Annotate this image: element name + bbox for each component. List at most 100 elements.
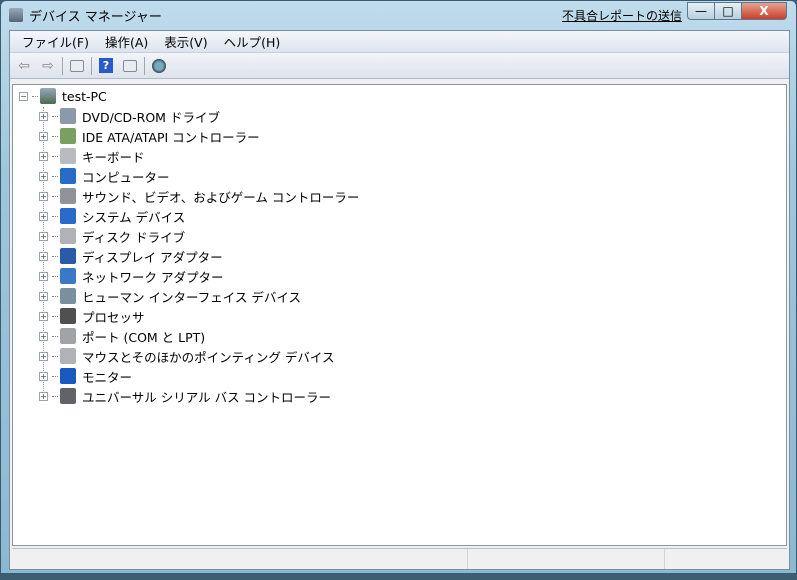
system-device-icon	[60, 208, 76, 224]
expand-toggle[interactable]: +	[39, 351, 48, 361]
tree-connector	[52, 315, 58, 317]
show-hide-console-tree-button[interactable]	[67, 56, 87, 76]
expand-toggle[interactable]: +	[39, 311, 48, 321]
expand-toggle[interactable]: +	[39, 131, 48, 141]
speaker-icon	[60, 188, 76, 204]
minimize-button[interactable]: —	[687, 2, 715, 20]
tree-item[interactable]: + DVD/CD-ROM ドライブ	[39, 107, 220, 125]
status-pane-1	[12, 549, 468, 569]
expand-toggle[interactable]: +	[39, 251, 48, 261]
back-button[interactable]: ⇦	[14, 56, 34, 76]
computer-icon	[60, 168, 76, 184]
tree-item-label: IDE ATA/ATAPI コントローラー	[82, 129, 260, 145]
tree-item-label: ディスプレイ アダプター	[82, 249, 223, 265]
tree-item[interactable]: + モニター	[39, 367, 132, 385]
status-pane-2	[468, 549, 665, 569]
menu-help[interactable]: ヘルプ(H)	[216, 32, 289, 51]
tree-connector	[52, 195, 58, 197]
tree-item[interactable]: + システム デバイス	[39, 207, 185, 225]
tree-item[interactable]: + ヒューマン インターフェイス デバイス	[39, 287, 301, 305]
tree-item-label: モニター	[82, 369, 133, 385]
status-bar	[12, 548, 787, 569]
menu-bar: ファイル(F) 操作(A) 表示(V) ヘルプ(H)	[10, 31, 789, 53]
scan-hardware-icon	[152, 58, 166, 73]
tree-connector	[32, 95, 38, 97]
tree-connector	[52, 355, 58, 357]
tree-item-label: マウスとそのほかのポインティング デバイス	[82, 349, 335, 365]
action-pane-icon	[123, 59, 137, 72]
ide-controller-icon	[60, 128, 76, 144]
tree-connector	[52, 135, 58, 137]
tree-connector	[52, 375, 58, 377]
tree-item[interactable]: + サウンド、ビデオ、およびゲーム コントローラー	[39, 187, 359, 205]
toolbar-separator	[62, 56, 63, 75]
expand-toggle[interactable]: +	[39, 151, 48, 161]
expand-toggle[interactable]: +	[39, 111, 48, 121]
expand-toggle[interactable]: +	[39, 191, 48, 201]
tree-item-label: コンピューター	[82, 169, 170, 185]
tree-connector	[52, 175, 58, 177]
menu-view[interactable]: 表示(V)	[156, 32, 215, 51]
tree-item-label: サウンド、ビデオ、およびゲーム コントローラー	[82, 189, 360, 205]
tree-item-label: ディスク ドライブ	[82, 229, 186, 245]
device-manager-window: デバイス マネージャー 不具合レポートの送信 — □ X ファイル(F) 操作(…	[0, 0, 797, 574]
toolbar: ⇦ ⇨ ?	[10, 53, 789, 79]
client-area: ファイル(F) 操作(A) 表示(V) ヘルプ(H) ⇦ ⇨ ? − test-…	[9, 30, 790, 570]
monitor-icon	[60, 368, 76, 384]
help-button[interactable]: ?	[96, 56, 116, 76]
disk-drive-icon	[60, 228, 76, 244]
tree-connector	[52, 115, 58, 117]
tree-item[interactable]: + ユニバーサル シリアル バス コントローラー	[39, 387, 331, 405]
usb-icon	[60, 388, 76, 404]
tree-connector	[52, 215, 58, 217]
tree-item[interactable]: + ディスプレイ アダプター	[39, 247, 223, 265]
tree-item[interactable]: + マウスとそのほかのポインティング デバイス	[39, 347, 334, 365]
tree-item[interactable]: + ネットワーク アダプター	[39, 267, 223, 285]
close-button[interactable]: X	[741, 2, 787, 20]
toolbar-separator	[144, 56, 145, 75]
port-icon	[60, 328, 76, 344]
show-action-pane-button[interactable]	[120, 56, 140, 76]
tree-item[interactable]: + ディスク ドライブ	[39, 227, 185, 245]
expand-toggle[interactable]: +	[39, 371, 48, 381]
forward-button[interactable]: ⇨	[38, 56, 58, 76]
dvd-drive-icon	[60, 108, 76, 124]
tree-item[interactable]: + IDE ATA/ATAPI コントローラー	[39, 127, 260, 145]
report-problem-link[interactable]: 不具合レポートの送信	[562, 7, 682, 24]
tree-connector	[52, 335, 58, 337]
tree-item[interactable]: + ポート (COM と LPT)	[39, 327, 205, 345]
tree-connector	[52, 155, 58, 157]
tree-item[interactable]: + コンピューター	[39, 167, 170, 185]
display-adapter-icon	[60, 248, 76, 264]
processor-icon	[60, 308, 76, 324]
tree-item[interactable]: + キーボード	[39, 147, 145, 165]
keyboard-icon	[60, 148, 76, 164]
maximize-button[interactable]: □	[714, 2, 742, 20]
toolbar-separator	[91, 56, 92, 75]
expand-toggle[interactable]: +	[39, 391, 48, 401]
help-icon: ?	[99, 58, 113, 73]
expand-toggle[interactable]: +	[39, 291, 48, 301]
collapse-toggle[interactable]: −	[19, 91, 28, 101]
expand-toggle[interactable]: +	[39, 171, 48, 181]
hid-icon	[60, 288, 76, 304]
menu-action[interactable]: 操作(A)	[97, 32, 156, 51]
title-bar: デバイス マネージャー	[9, 5, 162, 25]
root-label: test-PC	[62, 88, 107, 104]
tree-root[interactable]: − test-PC	[19, 87, 107, 105]
network-adapter-icon	[60, 268, 76, 284]
scan-hardware-button[interactable]	[149, 56, 169, 76]
tree-item-label: ユニバーサル シリアル バス コントローラー	[82, 389, 332, 405]
expand-toggle[interactable]: +	[39, 211, 48, 221]
expand-toggle[interactable]: +	[39, 331, 48, 341]
tree-connector	[52, 295, 58, 297]
device-tree[interactable]: − test-PC + DVD/CD-ROM ドライブ + IDE ATA/ATAPI…	[12, 84, 787, 546]
computer-root-icon	[40, 88, 56, 104]
tree-item-label: DVD/CD-ROM ドライブ	[82, 109, 220, 125]
tree-item[interactable]: + プロセッサ	[39, 307, 145, 325]
menu-file[interactable]: ファイル(F)	[14, 32, 97, 51]
device-manager-icon	[9, 8, 23, 22]
tree-item-label: ネットワーク アダプター	[82, 269, 224, 285]
expand-toggle[interactable]: +	[39, 231, 48, 241]
expand-toggle[interactable]: +	[39, 271, 48, 281]
